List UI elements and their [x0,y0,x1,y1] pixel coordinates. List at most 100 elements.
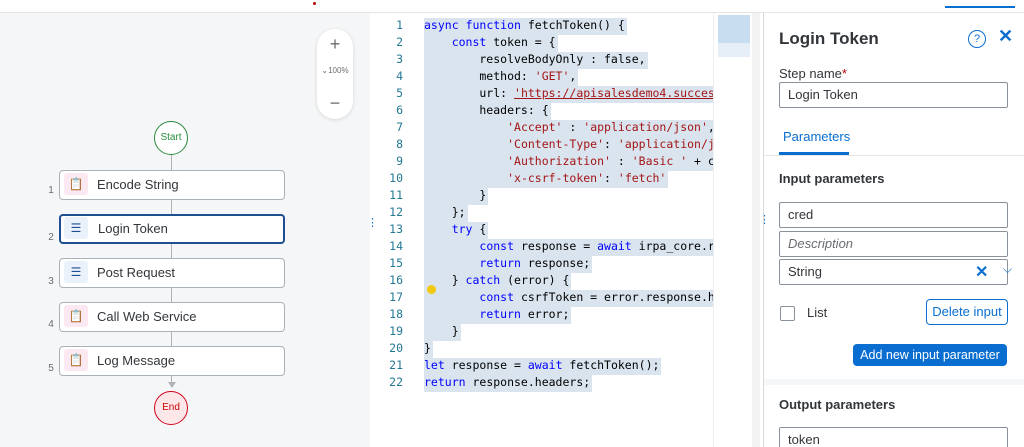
line-number: 3 [396,52,403,66]
step-log-message[interactable]: 📋 Log Message [59,346,285,376]
connector [171,242,172,258]
flow-canvas[interactable]: + ⌄100% − Start 1 📋 Encode String 2 ☰ Lo… [0,13,370,447]
type-select[interactable]: String ✕ ⌵ [779,259,1012,285]
line-number: 14 [389,239,403,253]
list-checkbox[interactable] [780,306,795,321]
code-text: 'Content-Type': 'application/j [424,137,713,154]
code-line[interactable]: 2 const token = { [370,35,713,52]
step-label: Encode String [97,177,179,192]
line-number: 6 [396,103,403,117]
line-number: 9 [396,154,403,168]
active-tab-indicator [945,6,1015,8]
step-number: 3 [48,276,54,287]
zoom-out-button[interactable]: − [317,93,353,114]
code-line[interactable]: 22 return response.headers; [370,375,713,392]
code-line[interactable]: 19 } [370,324,713,341]
output-name-value: token [788,432,820,447]
minimap-viewport[interactable] [718,15,750,43]
top-bar [0,0,1024,13]
code-line[interactable]: 4 method: 'GET', [370,69,713,86]
code-text: resolveBodyOnly : false, [424,52,648,69]
step-name-value: Login Token [788,87,858,102]
step-name-field[interactable]: Login Token [779,82,1008,108]
resize-handle-icon[interactable]: ⋮ [764,215,770,226]
connector [171,153,172,170]
input-name-field[interactable]: cred [779,202,1008,228]
start-node[interactable]: Start [154,121,188,155]
output-name-field[interactable]: token [779,427,1008,447]
code-minimap[interactable] [713,13,764,447]
code-text: } [424,324,461,341]
zoom-level-value: 100% [328,66,349,75]
code-text: } catch (error) { [424,273,572,290]
code-line[interactable]: 10 'x-csrf-token': 'fetch' [370,171,713,188]
list-label: List [807,305,828,320]
step-number: 2 [48,232,54,243]
add-input-parameter-button[interactable]: Add new input parameter [853,344,1007,366]
code-text: method: 'GET', [424,69,579,86]
step-post-request[interactable]: ☰ Post Request [59,258,285,288]
code-editor[interactable]: ⋮ 1 async function fetchToken() {2 const … [370,13,713,447]
code-line[interactable]: 8 'Content-Type': 'application/j [370,137,713,154]
step-login-token[interactable]: ☰ Login Token [59,214,285,244]
step-encode-string[interactable]: 📋 Encode String [59,170,285,200]
code-line[interactable]: 18 return error; [370,307,713,324]
code-text: return response; [424,256,593,273]
code-text: try { [424,222,489,239]
editor-scrollbar[interactable] [752,13,760,447]
close-icon[interactable]: ✕ [998,26,1013,47]
line-number: 5 [396,86,403,100]
lightbulb-icon[interactable] [427,285,436,294]
description-field[interactable]: Description [779,231,1008,257]
step-name-label-text: Step name [779,66,842,81]
chevron-down-icon[interactable]: ⌵ [1003,262,1012,277]
code-line[interactable]: 7 'Accept' : 'application/json', [370,120,713,137]
line-number: 12 [389,205,403,219]
line-number: 4 [396,69,403,83]
code-line[interactable]: 1 async function fetchToken() { [370,18,713,35]
code-text: 'Authorization' : 'Basic ' + c [424,154,713,171]
code-text: const response = await irpa_core.r [424,239,713,256]
code-line[interactable]: 17 const csrfToken = error.response.h [370,290,713,307]
description-placeholder: Description [788,236,854,251]
code-line[interactable]: 20} [370,341,713,358]
delete-input-button[interactable]: Delete input [926,299,1008,325]
code-text: return response.headers; [424,375,593,392]
code-line[interactable]: 21 let response = await fetchToken(); [370,358,713,375]
code-line[interactable]: 9 'Authorization' : 'Basic ' + c [370,154,713,171]
output-parameters-title: Output parameters [779,397,896,412]
code-line[interactable]: 13 try { [370,222,713,239]
code-text: headers: { [424,103,551,120]
tab-parameters[interactable]: Parameters [783,129,850,144]
panel-title: Login Token [779,29,879,48]
step-name-label: Step name* [779,66,847,81]
required-mark: * [841,66,847,81]
clipboard-icon: 📋 [64,305,88,327]
code-text: 'x-csrf-token': 'fetch' [424,171,669,188]
code-line[interactable]: 12 }; [370,205,713,222]
step-call-web-service[interactable]: 📋 Call Web Service [59,302,285,332]
code-line[interactable]: 11 } [370,188,713,205]
code-line[interactable]: 6 headers: { [370,103,713,120]
line-number: 11 [389,188,403,202]
code-text: const csrfToken = error.response.h [424,290,713,307]
code-text: return error; [424,307,572,324]
code-line[interactable]: 14 const response = await irpa_core.r [370,239,713,256]
code-text: async function fetchToken() { [424,18,627,35]
code-line[interactable]: 3 resolveBodyOnly : false, [370,52,713,69]
code-text: 'Accept' : 'application/json', [424,120,713,137]
tab-divider [764,155,1024,156]
code-text: url: 'https://apisalesdemo4.succes [424,86,713,103]
line-number: 10 [389,171,403,185]
clear-icon[interactable]: ✕ [975,262,988,282]
code-line[interactable]: 5 url: 'https://apisalesdemo4.succes [370,86,713,103]
zoom-in-button[interactable]: + [317,34,353,55]
properties-panel: ⋮ Login Token ? ✕ Step name* Login Token… [763,13,1024,447]
code-line[interactable]: 15 return response; [370,256,713,273]
code-line[interactable]: 16 } catch (error) { [370,273,713,290]
zoom-level[interactable]: ⌄100% [317,66,353,75]
help-icon[interactable]: ? [968,30,986,48]
end-node[interactable]: End [154,391,188,425]
code-text: const token = { [424,35,558,52]
line-number: 22 [389,375,403,389]
